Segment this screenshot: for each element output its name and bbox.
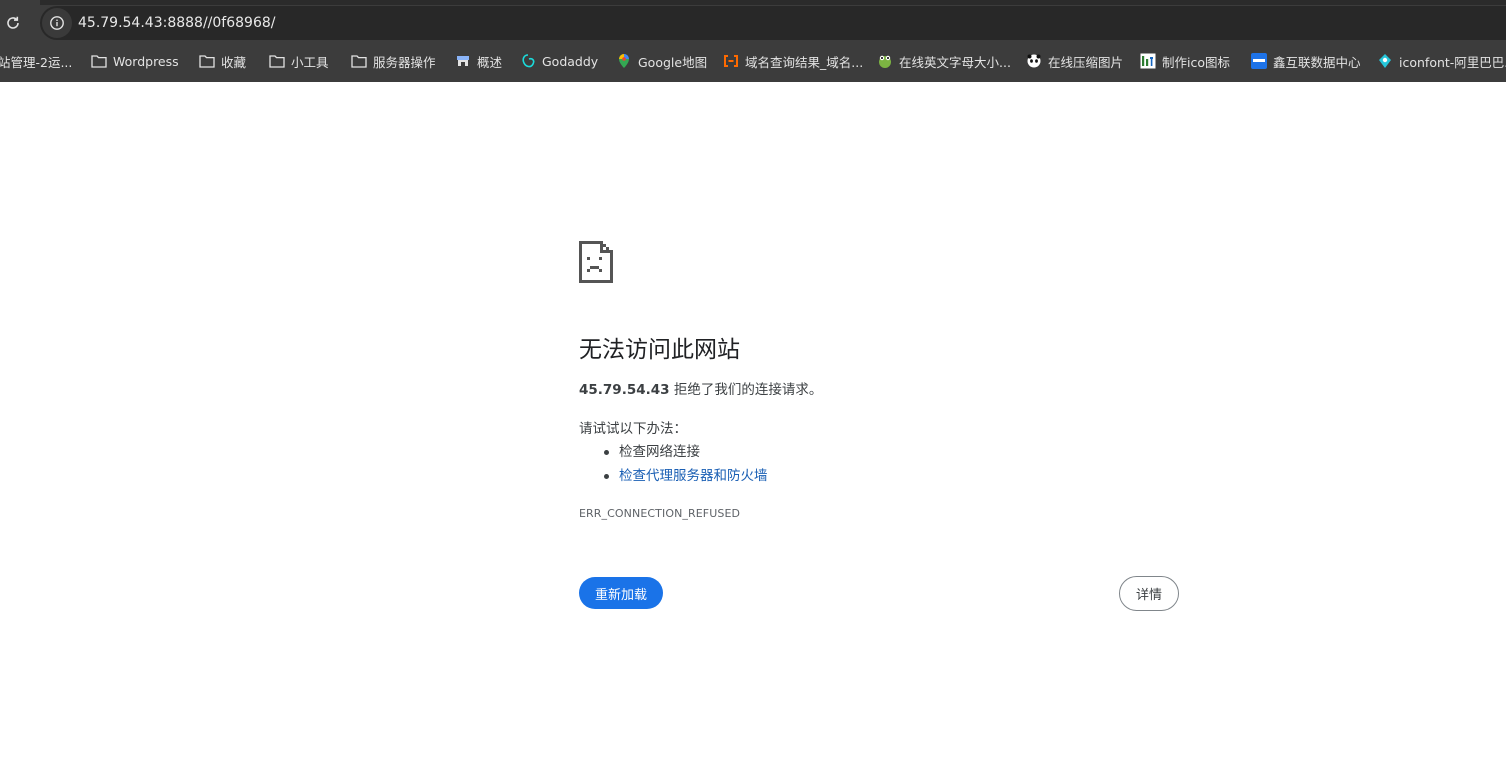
bookmark-label: 制作ico图标 bbox=[1162, 54, 1230, 70]
bitbug-icon bbox=[1140, 53, 1156, 69]
suggestions-heading: 请试试以下办法： bbox=[579, 421, 687, 437]
page-content: 无法访问此网站 45.79.54.43 拒绝了我们的连接请求。 请试试以下办法：… bbox=[0, 82, 1506, 757]
reload-button[interactable]: 重新加载 bbox=[579, 577, 663, 609]
suggestion-check-proxy: 检查代理服务器和防火墙 bbox=[579, 464, 768, 488]
folder-icon bbox=[351, 53, 367, 69]
error-code: ERR_CONNECTION_REFUSED bbox=[579, 507, 741, 520]
bookmark-label: Google地图 bbox=[638, 54, 708, 70]
bookmark-label: Wordpress bbox=[113, 53, 179, 69]
folder-icon bbox=[91, 53, 107, 69]
dsm-icon bbox=[1251, 53, 1267, 69]
error-host: 45.79.54.43 bbox=[579, 382, 670, 398]
bookmark-4[interactable]: 服务器操作 bbox=[351, 46, 436, 76]
panda-icon bbox=[1026, 53, 1042, 69]
bookmark-13[interactable]: iconfont-阿里巴巴... bbox=[1377, 46, 1506, 76]
suggestions-list: 检查网络连接 检查代理服务器和防火墙 bbox=[579, 440, 768, 488]
error-description: 45.79.54.43 拒绝了我们的连接请求。 bbox=[579, 378, 822, 398]
bookmarks-bar: 站管理-2运... Wordpress 收藏 小工具 服务器操作 概述 Goda… bbox=[0, 46, 1506, 76]
address-bar[interactable]: 45.79.54.43:8888//0f68968/ bbox=[40, 6, 1506, 40]
godaddy-icon bbox=[520, 53, 536, 69]
error-title: 无法访问此网站 bbox=[579, 337, 740, 363]
maps-pin-icon bbox=[616, 53, 632, 69]
store-icon bbox=[455, 53, 471, 69]
suggestion-text: 检查网络连接 bbox=[619, 444, 700, 460]
bookmark-12[interactable]: 鑫互联数据中心 bbox=[1251, 46, 1361, 76]
folder-icon bbox=[199, 53, 215, 69]
bookmark-9[interactable]: 在线英文字母大小... bbox=[877, 46, 1011, 76]
bookmark-10[interactable]: 在线压缩图片 bbox=[1026, 46, 1123, 76]
aliyun-icon bbox=[723, 53, 739, 69]
bookmark-label: 服务器操作 bbox=[373, 54, 436, 70]
bookmark-0[interactable]: 站管理-2运... bbox=[0, 46, 72, 76]
bookmark-5[interactable]: 概述 bbox=[455, 46, 502, 76]
bookmark-7[interactable]: Google地图 bbox=[616, 46, 707, 76]
bookmark-8[interactable]: 域名查询结果_域名... bbox=[723, 46, 863, 76]
browser-chrome: 45.79.54.43:8888//0f68968/ 站管理-2运... Wor… bbox=[0, 0, 1506, 82]
bookmark-1[interactable]: Wordpress bbox=[91, 46, 179, 76]
frog-icon bbox=[877, 53, 893, 69]
suggestion-check-connection: 检查网络连接 bbox=[579, 440, 768, 464]
active-tab-edge[interactable] bbox=[0, 0, 40, 5]
bookmark-label: Godaddy bbox=[542, 53, 599, 69]
site-info-icon[interactable] bbox=[42, 8, 72, 38]
sad-page-icon bbox=[579, 241, 613, 283]
details-button[interactable]: 详情 bbox=[1119, 576, 1179, 611]
bookmark-label: 在线压缩图片 bbox=[1048, 54, 1124, 70]
url-text[interactable]: 45.79.54.43:8888//0f68968/ bbox=[78, 15, 275, 31]
bookmark-label: iconfont-阿里巴巴... bbox=[1399, 54, 1506, 70]
bookmark-2[interactable]: 收藏 bbox=[199, 46, 246, 76]
bookmark-6[interactable]: Godaddy bbox=[520, 46, 598, 76]
bookmark-11[interactable]: 制作ico图标 bbox=[1140, 46, 1230, 76]
folder-icon bbox=[269, 53, 285, 69]
reload-icon[interactable] bbox=[0, 10, 26, 36]
bookmark-label: 收藏 bbox=[221, 54, 247, 70]
iconfont-icon bbox=[1377, 53, 1393, 69]
tab-strip bbox=[0, 0, 1506, 5]
bookmark-label: 在线英文字母大小... bbox=[899, 54, 1011, 70]
bookmark-label: 域名查询结果_域名... bbox=[745, 54, 864, 70]
check-proxy-firewall-link[interactable]: 检查代理服务器和防火墙 bbox=[619, 468, 768, 484]
error-message: 拒绝了我们的连接请求。 bbox=[673, 382, 823, 398]
bookmark-label: 小工具 bbox=[291, 54, 329, 70]
bookmark-3[interactable]: 小工具 bbox=[269, 46, 329, 76]
bookmark-label: 鑫互联数据中心 bbox=[1273, 54, 1361, 70]
bookmark-label: 概述 bbox=[477, 54, 503, 70]
bookmark-label: 站管理-2运... bbox=[0, 54, 73, 70]
